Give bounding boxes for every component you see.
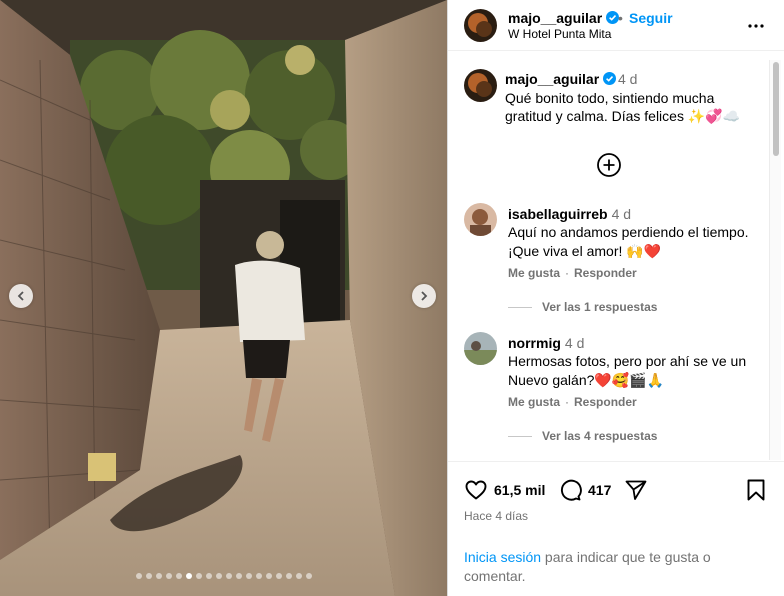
- carousel-dot: [215, 573, 222, 579]
- view-replies-button[interactable]: Ver las 1 respuestas: [508, 300, 657, 314]
- post-time-ago: Hace 4 días: [464, 509, 529, 523]
- location-link[interactable]: W Hotel Punta Mita: [508, 27, 611, 41]
- carousel-dot: [165, 573, 172, 579]
- comment-time: 4 d: [611, 206, 632, 222]
- carousel-dot: [145, 573, 152, 579]
- scrollbar-thumb[interactable]: [773, 62, 779, 156]
- commenter-avatar[interactable]: [464, 203, 497, 236]
- comments-scrollbar[interactable]: [769, 60, 781, 460]
- carousel-dot: [135, 573, 142, 579]
- carousel-dot: [185, 573, 192, 579]
- caption-username-text: majo__aguilar: [505, 71, 600, 87]
- carousel-dot: [205, 573, 212, 579]
- login-prompt: Inicia sesión para indicar que te gusta …: [464, 548, 764, 586]
- follow-button[interactable]: Seguir: [629, 10, 673, 26]
- replies-divider: [508, 435, 532, 437]
- post-media[interactable]: [0, 0, 447, 596]
- carousel-dot: [255, 573, 262, 579]
- caption-time: 4 d: [618, 71, 638, 87]
- paper-plane-icon[interactable]: [624, 478, 648, 502]
- comment-actions: Me gusta · Responder: [508, 266, 637, 280]
- chevron-right-icon: [421, 291, 428, 301]
- carousel-dot: [265, 573, 272, 579]
- carousel-dot: [235, 573, 242, 579]
- comment-text: Aquí no andamos perdiendo el tiempo. ¡Qu…: [508, 224, 749, 259]
- post-footer: 61,5 mil 417 Hace 4 días Inicia sesión p…: [448, 461, 784, 596]
- author-avatar[interactable]: [464, 9, 497, 42]
- comments-list[interactable]: majo__aguilar 4 d Qué bonito todo, sinti…: [448, 51, 784, 461]
- carousel-dot: [285, 573, 292, 579]
- login-link[interactable]: Inicia sesión: [464, 549, 541, 565]
- comment-reply-button[interactable]: Responder: [574, 266, 637, 280]
- carousel-dot: [175, 573, 182, 579]
- carousel-dots: [0, 573, 447, 579]
- action-separator: ·: [565, 266, 570, 280]
- view-replies-label: Ver las 1 respuestas: [542, 300, 658, 314]
- caption-username[interactable]: majo__aguilar: [505, 71, 617, 87]
- post-photo: [0, 0, 447, 596]
- header-separator: •: [618, 10, 623, 26]
- carousel-dot: [295, 573, 302, 579]
- comment-text: Hermosas fotos, pero por ahí se ve un Nu…: [508, 353, 747, 388]
- comment-username[interactable]: norrmig 4 d: [508, 335, 584, 351]
- replies-divider: [508, 306, 532, 308]
- more-options-icon[interactable]: [744, 14, 768, 38]
- comment-like-button[interactable]: Me gusta: [508, 395, 560, 409]
- carousel-dot: [225, 573, 232, 579]
- comments-count[interactable]: 417: [588, 482, 611, 498]
- heart-icon[interactable]: [464, 478, 488, 502]
- comment-reply-button[interactable]: Responder: [574, 395, 637, 409]
- carousel-dot: [155, 573, 162, 579]
- comment-icon[interactable]: [558, 478, 582, 502]
- carousel-dot: [305, 573, 312, 579]
- author-username[interactable]: majo__aguilar: [508, 10, 620, 26]
- add-circle-icon[interactable]: [596, 152, 622, 178]
- verified-badge-icon: [603, 72, 617, 85]
- comment-username-text: norrmig: [508, 335, 561, 351]
- action-separator: ·: [565, 395, 570, 409]
- bookmark-icon[interactable]: [744, 478, 768, 502]
- likes-count[interactable]: 61,5 mil: [494, 482, 545, 498]
- comment-like-button[interactable]: Me gusta: [508, 266, 560, 280]
- commenter-avatar[interactable]: [464, 332, 497, 365]
- post-header: majo__aguilar • Seguir W Hotel Punta Mit…: [448, 0, 784, 51]
- comment-username[interactable]: isabellaguirreb 4 d: [508, 206, 631, 222]
- next-slide-button[interactable]: [412, 284, 436, 308]
- author-username-text: majo__aguilar: [508, 10, 603, 26]
- carousel-dot: [195, 573, 202, 579]
- view-replies-label: Ver las 4 respuestas: [542, 429, 658, 443]
- carousel-dot: [245, 573, 252, 579]
- previous-slide-button[interactable]: [9, 284, 33, 308]
- caption-text: Qué bonito todo, sintiendo mucha gratitu…: [505, 90, 741, 124]
- comment-username-text: isabellaguirreb: [508, 206, 608, 222]
- comment-actions: Me gusta · Responder: [508, 395, 637, 409]
- comment-time: 4 d: [564, 335, 585, 351]
- view-replies-button[interactable]: Ver las 4 respuestas: [508, 429, 657, 443]
- caption-avatar[interactable]: [464, 69, 497, 102]
- chevron-left-icon: [17, 291, 24, 301]
- post-details-panel: majo__aguilar • Seguir W Hotel Punta Mit…: [447, 0, 784, 596]
- carousel-dot: [275, 573, 282, 579]
